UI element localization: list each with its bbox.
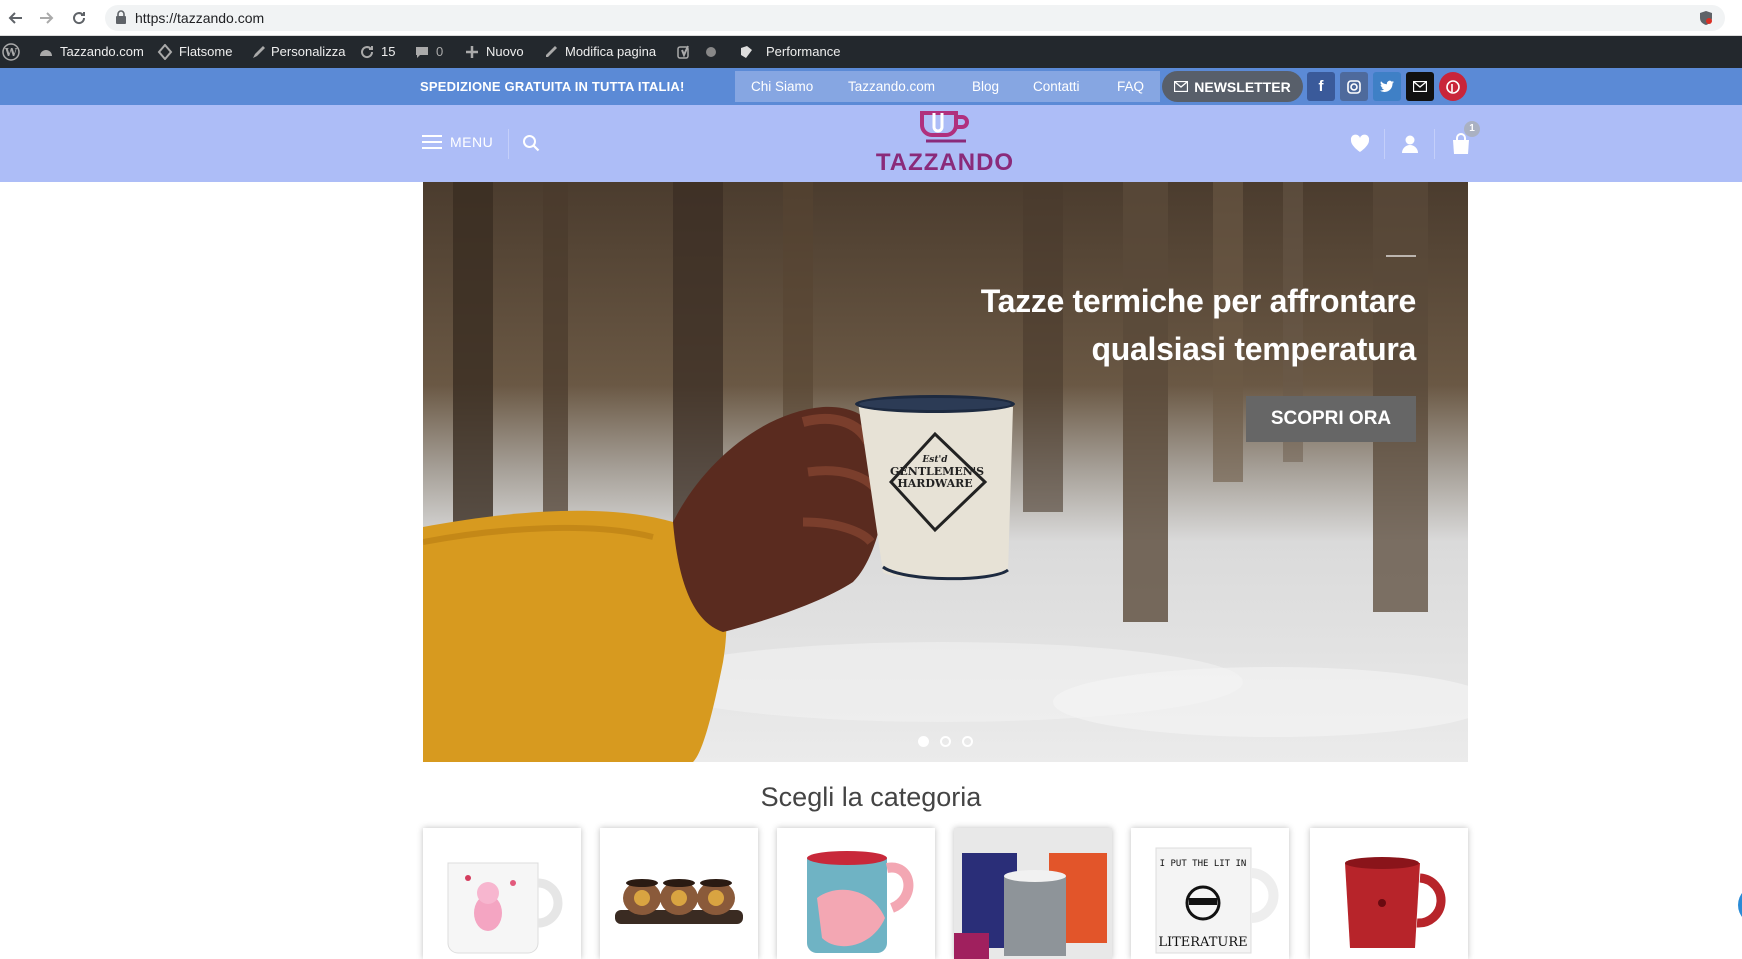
peppa-mug-image bbox=[447, 862, 563, 954]
flamingo-mug-image bbox=[807, 851, 914, 953]
wp-admin-bar: W Tazzando.com Flatsome Personalizza 15 … bbox=[0, 36, 1742, 68]
category-card[interactable] bbox=[777, 828, 935, 959]
admin-customize-link[interactable]: Personalizza bbox=[249, 36, 345, 68]
literature-mug-bottom-text: LITERATURE bbox=[1158, 935, 1247, 950]
pencil-icon bbox=[546, 46, 557, 57]
envelope-icon bbox=[1174, 81, 1189, 92]
colored-mugs-image bbox=[954, 828, 1112, 959]
email-icon[interactable] bbox=[1406, 72, 1434, 101]
menu-button[interactable]: MENU bbox=[422, 131, 493, 153]
comment-icon bbox=[416, 47, 428, 58]
slider-dot-2[interactable] bbox=[940, 736, 951, 747]
top-link-contatti[interactable]: Contatti bbox=[1033, 71, 1080, 102]
admin-yoast-link[interactable] bbox=[676, 36, 716, 68]
top-bar: SPEDIZIONE GRATUITA IN TUTTA ITALIA! Chi… bbox=[0, 68, 1742, 105]
discover-now-button[interactable]: SCOPRI ORA bbox=[1246, 396, 1416, 442]
red-mug-image bbox=[1345, 857, 1446, 948]
category-card[interactable]: I PUT THE LIT IN LITERATURE bbox=[1131, 828, 1289, 959]
admin-edit-page-link[interactable]: Modifica pagina bbox=[543, 36, 656, 68]
hero-title: Tazze termiche per affrontare qualsiasi … bbox=[980, 283, 1417, 367]
address-bar[interactable]: https://tazzando.com bbox=[105, 5, 1725, 31]
performance-icon bbox=[741, 46, 752, 58]
newsletter-button[interactable]: NEWSLETTER bbox=[1162, 71, 1303, 102]
search-icon[interactable] bbox=[522, 134, 540, 152]
sugar-bowls-image bbox=[615, 879, 743, 924]
admin-comments-link[interactable]: 0 bbox=[414, 36, 443, 68]
category-card[interactable] bbox=[1310, 828, 1468, 959]
flatsome-icon bbox=[157, 44, 173, 60]
site-logo[interactable]: TAZZANDO bbox=[870, 109, 1020, 179]
logo-text: TAZZANDO bbox=[875, 149, 1015, 176]
url-text: https://tazzando.com bbox=[135, 10, 265, 26]
category-card[interactable] bbox=[600, 828, 758, 959]
category-heading: Scegli la categoria bbox=[760, 782, 982, 812]
cart-count-badge: 1 bbox=[1464, 121, 1480, 137]
browser-toolbar: https://tazzando.com bbox=[0, 0, 1742, 36]
header-divider bbox=[1384, 129, 1385, 159]
mug-label: Est'd GENTLEMEN'S HARDWARE bbox=[890, 455, 985, 490]
top-link-blog[interactable]: Blog bbox=[972, 71, 999, 102]
instagram-icon[interactable] bbox=[1340, 72, 1368, 101]
lock-icon bbox=[116, 10, 126, 24]
admin-updates-link[interactable]: 15 bbox=[359, 36, 395, 68]
twitter-icon[interactable] bbox=[1373, 72, 1401, 101]
top-link-chi-siamo[interactable]: Chi Siamo bbox=[751, 71, 813, 102]
chat-widget-icon[interactable] bbox=[1738, 885, 1742, 925]
wishlist-heart-icon[interactable] bbox=[1349, 133, 1371, 155]
back-icon[interactable] bbox=[6, 8, 26, 28]
updates-icon bbox=[361, 46, 374, 59]
top-nav: Chi Siamo Tazzando.com Blog Contatti FAQ bbox=[735, 71, 1160, 102]
top-link-tazzando[interactable]: Tazzando.com bbox=[848, 71, 935, 102]
literature-mug-top-text: I PUT THE LIT IN bbox=[1160, 859, 1247, 869]
hamburger-icon bbox=[422, 131, 442, 153]
hero-slider[interactable]: Est'd GENTLEMEN'S HARDWARE Tazze termich… bbox=[423, 182, 1468, 762]
yoast-icon bbox=[677, 45, 689, 59]
header-divider bbox=[508, 129, 509, 159]
site-header: MENU TAZZANDO 1 bbox=[0, 105, 1742, 182]
free-shipping-notice: SPEDIZIONE GRATUITA IN TUTTA ITALIA! bbox=[420, 79, 685, 94]
brush-icon bbox=[253, 46, 265, 58]
literature-mug-image: I PUT THE LIT IN LITERATURE bbox=[1155, 847, 1279, 954]
plus-icon bbox=[466, 46, 478, 58]
status-dot bbox=[706, 47, 716, 57]
category-card[interactable] bbox=[423, 828, 581, 959]
header-divider bbox=[1434, 129, 1435, 159]
svg-text:W: W bbox=[4, 46, 18, 59]
pinterest-icon[interactable] bbox=[1439, 72, 1467, 101]
hero-divider bbox=[1386, 255, 1416, 257]
slider-dot-3[interactable] bbox=[962, 736, 973, 747]
admin-performance-link[interactable]: Performance bbox=[738, 36, 840, 68]
cup-logo-icon bbox=[920, 111, 969, 143]
forward-icon[interactable] bbox=[36, 8, 56, 28]
admin-site-link[interactable]: Tazzando.com bbox=[38, 36, 144, 68]
top-link-faq[interactable]: FAQ bbox=[1117, 71, 1144, 102]
slider-dot-1[interactable] bbox=[918, 736, 929, 747]
account-user-icon[interactable] bbox=[1399, 133, 1421, 155]
dashboard-icon bbox=[40, 50, 52, 56]
category-card[interactable] bbox=[954, 828, 1112, 959]
reload-icon[interactable] bbox=[69, 8, 89, 28]
admin-theme-link[interactable]: Flatsome bbox=[157, 36, 232, 68]
admin-new-link[interactable]: Nuovo bbox=[464, 36, 524, 68]
wordpress-logo-icon[interactable]: W bbox=[2, 36, 20, 68]
extension-shield-icon[interactable] bbox=[1699, 10, 1713, 26]
facebook-icon[interactable]: f bbox=[1307, 72, 1335, 101]
